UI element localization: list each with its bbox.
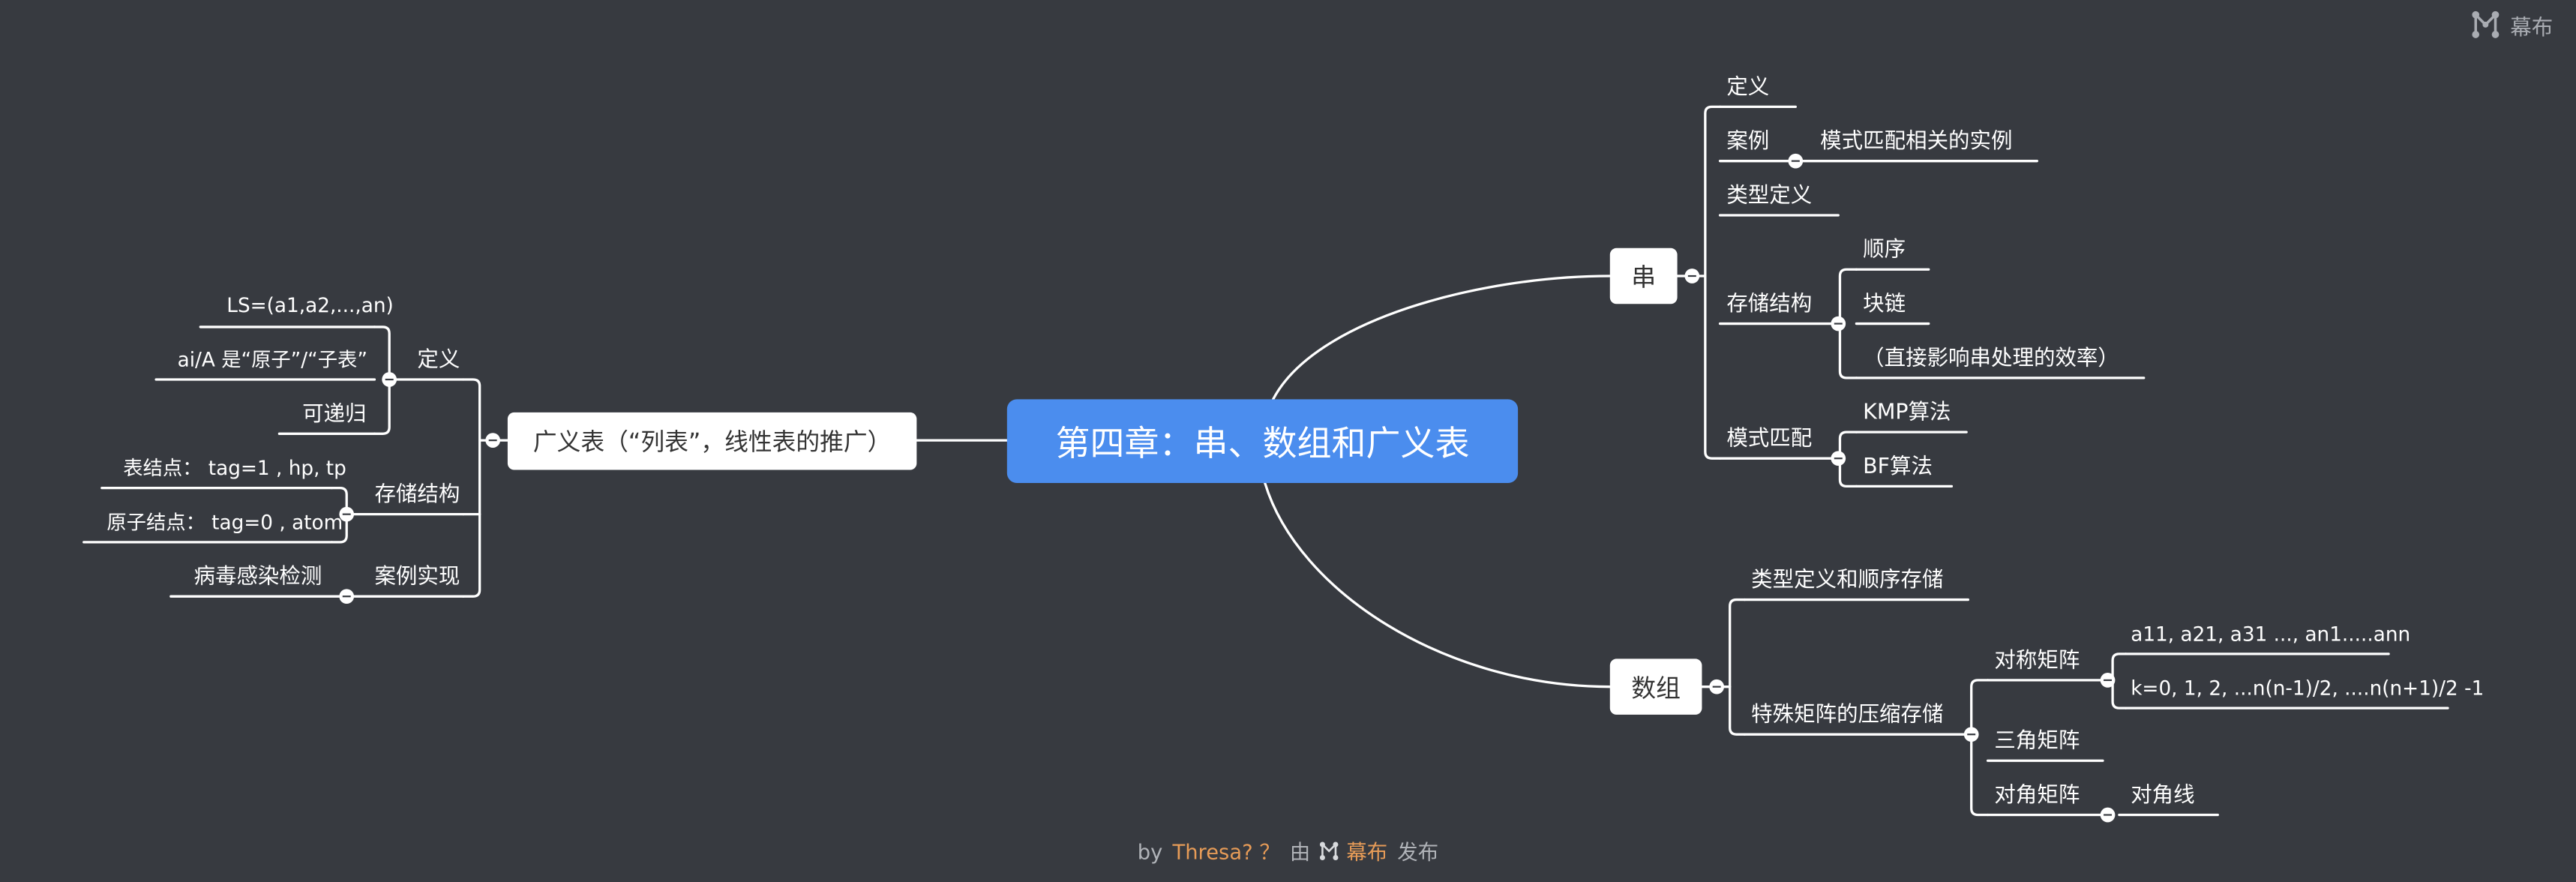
string-case-detail[interactable]: 模式匹配相关的实例: [1820, 131, 2012, 152]
footer-platform-link[interactable]: 幕布: [1346, 839, 1387, 864]
footer-credit: by Thresa? ？ 由 幕布 发布: [0, 835, 2576, 866]
root-topic-label: 第四章：串、数组和广义表: [1055, 423, 1470, 463]
topic-string-label: 串: [1631, 262, 1657, 292]
glist-storage-table[interactable]: 表结点： tag=1 , hp, tp: [123, 458, 346, 478]
glist-storage[interactable]: 存储结构: [374, 484, 460, 506]
array-symmetric-k[interactable]: k=0, 1, 2, ...n(n-1)/2, ....n(n+1)/2 -1: [2131, 679, 2484, 698]
glist-def-recursive[interactable]: 可递归: [302, 404, 366, 425]
collapse-glist-case-toggle[interactable]: [339, 589, 355, 604]
string-storage[interactable]: 存储结构: [1726, 294, 1812, 315]
footer-prefix: by: [1137, 839, 1163, 865]
topic-array[interactable]: 数组: [1609, 658, 1702, 715]
array-symmetric[interactable]: 对称矩阵: [1994, 650, 2080, 671]
glist-def-ai[interactable]: ai/A 是“原子”/“子表”: [178, 350, 367, 370]
collapse-array-toggle[interactable]: [1709, 679, 1725, 694]
footer-author-link[interactable]: Thresa? ？: [1172, 839, 1279, 864]
footer-via: 由: [1289, 839, 1311, 865]
glist-case[interactable]: 案例实现: [374, 567, 460, 588]
topic-string[interactable]: 串: [1609, 248, 1678, 304]
glist-definition[interactable]: 定义: [417, 350, 460, 371]
topic-generalized-list[interactable]: 广义表（“列表”，线性表的推广）: [507, 412, 917, 470]
collapse-glist-definition-toggle[interactable]: [382, 372, 397, 387]
string-type-def[interactable]: 类型定义: [1726, 186, 1812, 207]
collapse-symmetric-toggle[interactable]: [2100, 673, 2116, 688]
collapse-diagonal-toggle[interactable]: [2100, 807, 2116, 823]
string-case[interactable]: 案例: [1726, 131, 1769, 152]
string-pattern-bf[interactable]: BF算法: [1863, 457, 1933, 478]
collapse-array-special-toggle[interactable]: [1963, 727, 1979, 742]
array-diagonal-line[interactable]: 对角线: [2131, 785, 2194, 806]
mubu-logo-icon: [2472, 10, 2500, 38]
string-storage-seq[interactable]: 顺序: [1863, 240, 1906, 261]
array-special[interactable]: 特殊矩阵的压缩存储: [1751, 705, 1943, 726]
glist-storage-atom[interactable]: 原子结点： tag=0 , atom: [106, 512, 343, 532]
brand-logo[interactable]: 幕布: [2471, 10, 2554, 40]
array-type-def[interactable]: 类型定义和顺序存储: [1751, 570, 1943, 591]
topic-generalized-list-label: 广义表（“列表”，线性表的推广）: [532, 430, 892, 457]
glist-case-virus[interactable]: 病毒感染检测: [193, 567, 322, 588]
brand-name: 幕布: [2510, 15, 2554, 40]
footer-suffix: 发布: [1397, 839, 1439, 865]
array-symmetric-a[interactable]: a11, a21, a31 ..., an1.....ann: [2131, 624, 2410, 644]
collapse-string-toggle[interactable]: [1684, 268, 1700, 284]
string-pattern[interactable]: 模式匹配: [1726, 429, 1812, 450]
mind-map-canvas: 第四章：串、数组和广义表 串 定义 案例 模式匹配相关的实例 类型定义 存储结构…: [0, 0, 2576, 882]
array-diagonal[interactable]: 对角矩阵: [1994, 785, 2080, 806]
array-triangular[interactable]: 三角矩阵: [1994, 731, 2080, 752]
mubu-small-logo-icon: [1319, 842, 1338, 860]
glist-def-ls[interactable]: LS=(a1,a2,...,an): [226, 296, 393, 315]
collapse-string-storage-toggle[interactable]: [1831, 316, 1846, 332]
collapse-glist-toggle[interactable]: [485, 433, 501, 448]
collapse-string-pattern-toggle[interactable]: [1831, 451, 1846, 466]
string-definition[interactable]: 定义: [1726, 77, 1769, 98]
string-pattern-kmp[interactable]: KMP算法: [1863, 403, 1951, 424]
root-topic[interactable]: 第四章：串、数组和广义表: [1006, 399, 1519, 484]
string-storage-note[interactable]: （直接影响串处理的效率）: [1863, 348, 2119, 369]
collapse-string-case-toggle[interactable]: [1788, 153, 1804, 169]
topic-array-label: 数组: [1631, 673, 1681, 703]
string-storage-block[interactable]: 块链: [1863, 294, 1906, 315]
